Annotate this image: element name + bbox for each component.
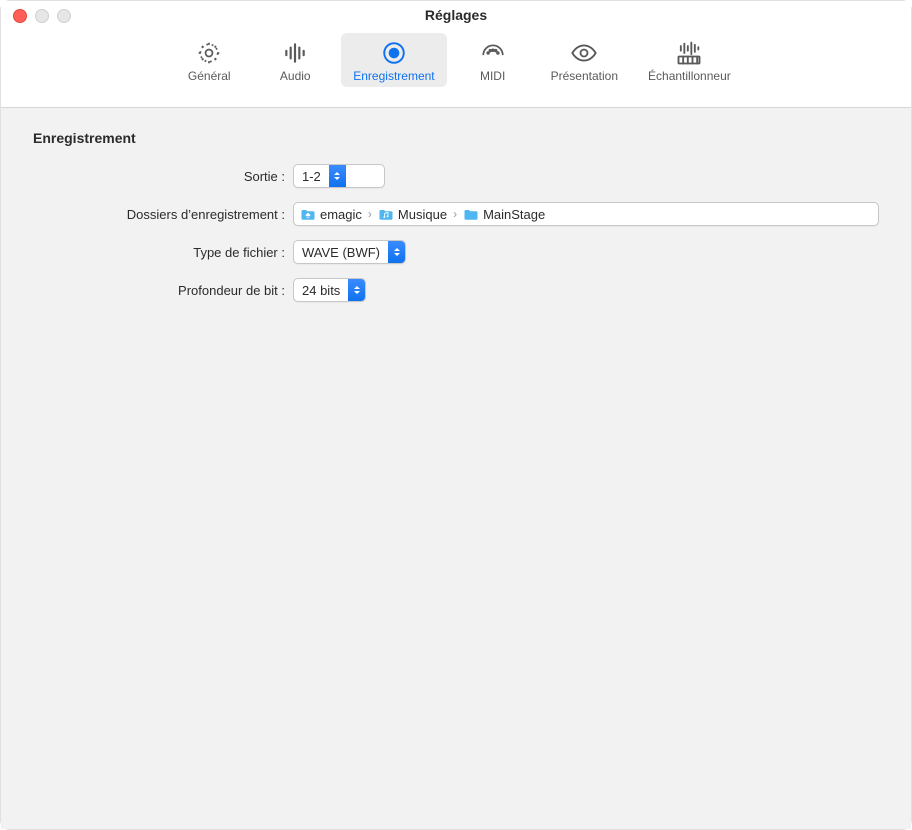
crumb-label: emagic [320,207,362,222]
sampler-icon [675,39,703,67]
row-output: Sortie : 1-2 [33,164,879,188]
tab-label: Présentation [551,69,618,83]
crumb-label: MainStage [483,207,545,222]
path-crumb-mainstage[interactable]: MainStage [463,207,545,222]
section-title: Enregistrement [33,130,879,146]
stepper-icon [329,165,346,187]
tab-general[interactable]: Général [169,33,249,87]
content-pane: Enregistrement Sortie : 1-2 Dossiers d’e… [1,108,911,829]
filetype-select[interactable]: WAVE (BWF) [293,240,406,264]
home-folder-icon [300,208,316,221]
row-filetype: Type de fichier : WAVE (BWF) [33,240,879,264]
row-folders: Dossiers d’enregistrement : emagic › Mus… [33,202,879,226]
stepper-icon [348,279,365,301]
path-crumb-music[interactable]: Musique [378,207,447,222]
output-select[interactable]: 1-2 [293,164,385,188]
record-icon [380,39,408,67]
label-bitdepth: Profondeur de bit : [33,283,293,298]
bitdepth-value: 24 bits [294,283,348,298]
tab-label: Audio [280,69,311,83]
close-window-button[interactable] [13,9,27,23]
minimize-window-button[interactable] [35,9,49,23]
output-value: 1-2 [294,169,329,184]
label-output: Sortie : [33,169,293,184]
fullscreen-window-button[interactable] [57,9,71,23]
titlebar: Réglages [1,1,911,29]
tab-presentation[interactable]: Présentation [539,33,630,87]
traffic-lights [13,9,71,23]
label-filetype: Type de fichier : [33,245,293,260]
midi-icon [479,39,507,67]
recording-folder-path[interactable]: emagic › Musique › MainStage [293,202,879,226]
toolbar-tabs: Général Audio Enregistrement [1,29,911,108]
chevron-right-icon: › [453,207,457,221]
folder-icon [463,208,479,221]
waveform-icon [281,39,309,67]
bitdepth-select[interactable]: 24 bits [293,278,366,302]
tab-midi[interactable]: MIDI [453,33,533,87]
chevron-right-icon: › [368,207,372,221]
stepper-icon [388,241,405,263]
tab-label: Échantillonneur [648,69,731,83]
music-folder-icon [378,208,394,221]
label-folders: Dossiers d’enregistrement : [33,207,293,222]
filetype-value: WAVE (BWF) [294,245,388,260]
tab-audio[interactable]: Audio [255,33,335,87]
tab-sampler[interactable]: Échantillonneur [636,33,743,87]
tab-label: Enregistrement [353,69,434,83]
crumb-label: Musique [398,207,447,222]
gear-icon [195,39,223,67]
tab-recording[interactable]: Enregistrement [341,33,446,87]
row-bitdepth: Profondeur de bit : 24 bits [33,278,879,302]
window-title: Réglages [425,7,487,23]
tab-label: Général [188,69,231,83]
eye-icon [570,39,598,67]
tab-label: MIDI [480,69,505,83]
path-crumb-home[interactable]: emagic [300,207,362,222]
